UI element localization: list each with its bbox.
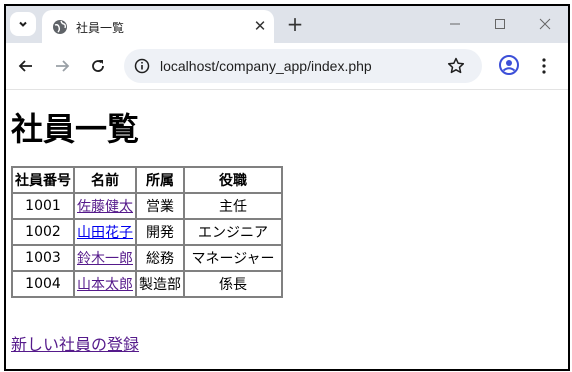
register-employee-link[interactable]: 新しい社員の登録 xyxy=(11,331,139,355)
employee-id: 1001 xyxy=(12,193,74,219)
employee-id: 1003 xyxy=(12,245,74,271)
employee-id: 1002 xyxy=(12,219,74,245)
page-content: 社員一覧 社員番号 名前 所属 役職 1001 佐藤健太 営業 主任 1002 xyxy=(6,90,568,369)
employee-name-link[interactable]: 山田花子 xyxy=(77,225,133,241)
employee-department: 開発 xyxy=(136,219,184,245)
tab-search-button[interactable] xyxy=(10,12,36,36)
tab-title: 社員一覧 xyxy=(76,21,125,35)
table-row: 1004 山本太郎 製造部 係長 xyxy=(12,271,282,297)
table-row: 1003 鈴木一郎 総務 マネージャー xyxy=(12,245,282,271)
kebab-menu-icon[interactable] xyxy=(536,54,552,78)
table-row: 1002 山田花子 開発 エンジニア xyxy=(12,219,282,245)
window-close-icon[interactable] xyxy=(533,14,557,34)
table-row: 1001 佐藤健太 営業 主任 xyxy=(12,193,282,219)
reload-icon[interactable] xyxy=(86,54,110,78)
employee-name-link[interactable]: 山本太郎 xyxy=(77,277,133,293)
employee-position: エンジニア xyxy=(184,219,282,245)
employee-name-cell: 鈴木一郎 xyxy=(74,245,136,271)
back-arrow-icon[interactable] xyxy=(14,54,38,78)
employee-name-cell: 山田花子 xyxy=(74,219,136,245)
employee-position: マネージャー xyxy=(184,245,282,271)
employee-name-cell: 佐藤健太 xyxy=(74,193,136,219)
star-icon[interactable] xyxy=(446,56,466,76)
url-text[interactable]: localhost/company_app/index.php xyxy=(160,58,372,74)
header-name: 名前 xyxy=(74,167,136,193)
address-bar[interactable]: localhost/company_app/index.php xyxy=(124,49,482,83)
employee-position: 係長 xyxy=(184,271,282,297)
page-title: 社員一覧 xyxy=(11,110,140,148)
toolbar: localhost/company_app/index.php xyxy=(6,43,568,90)
header-employee-id: 社員番号 xyxy=(12,167,74,193)
employee-name-link[interactable]: 佐藤健太 xyxy=(77,199,133,215)
employee-position: 主任 xyxy=(184,193,282,219)
plus-icon[interactable]: + xyxy=(284,12,306,36)
header-position: 役職 xyxy=(184,167,282,193)
chevron-down-icon xyxy=(19,21,27,27)
employee-name-cell: 山本太郎 xyxy=(74,271,136,297)
table-header-row: 社員番号 名前 所属 役職 xyxy=(12,167,282,193)
tab-strip: 社員一覧 ✕ + xyxy=(6,6,568,43)
forward-arrow-icon[interactable] xyxy=(50,54,74,78)
minimize-icon[interactable] xyxy=(443,14,467,34)
header-department: 所属 xyxy=(136,167,184,193)
employee-department: 製造部 xyxy=(136,271,184,297)
employee-department: 総務 xyxy=(136,245,184,271)
employee-id: 1004 xyxy=(12,271,74,297)
tab-active[interactable]: 社員一覧 ✕ xyxy=(42,10,274,43)
close-icon[interactable]: ✕ xyxy=(250,15,270,37)
employee-table: 社員番号 名前 所属 役職 1001 佐藤健太 営業 主任 1002 山田花子 … xyxy=(11,166,283,298)
employee-department: 営業 xyxy=(136,193,184,219)
info-icon[interactable] xyxy=(134,58,150,74)
maximize-icon[interactable] xyxy=(488,14,512,34)
globe-icon xyxy=(53,20,67,34)
employee-name-link[interactable]: 鈴木一郎 xyxy=(77,251,133,267)
profile-icon[interactable] xyxy=(498,54,520,76)
browser-window: 社員一覧 ✕ + localhost/company_app/index.php… xyxy=(4,4,570,371)
